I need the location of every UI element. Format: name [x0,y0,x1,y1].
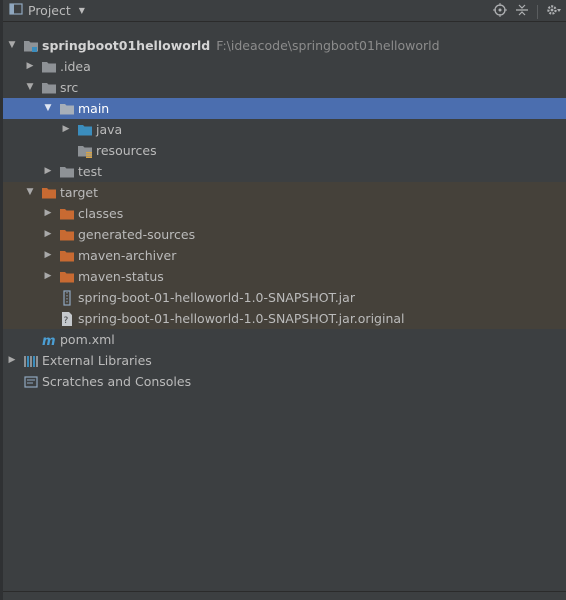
collapse-arrow-icon[interactable]: ▶ [7,350,17,371]
collapse-arrow-icon[interactable]: ▶ [25,56,35,77]
svg-text:?: ? [64,316,69,326]
collapse-arrow-icon[interactable]: ▶ [61,119,71,140]
folder-icon [59,164,75,180]
tree-label-java: java [96,122,123,137]
tree-row-java[interactable]: ▶ java [3,119,566,140]
tree-row-external-libraries[interactable]: ▶ External Libraries [3,350,566,371]
tree-row-main[interactable]: ▼ main [3,98,566,119]
jar-file-icon [59,289,75,306]
project-tool-window: Project ▼ ▼ springboot01helloworld F:\id… [0,0,566,600]
folder-icon [59,101,75,117]
tree-row-jar[interactable]: spring-boot-01-helloworld-1.0-SNAPSHOT.j… [3,287,566,308]
tree-row-resources[interactable]: resources [3,140,566,161]
tree-row-classes[interactable]: ▶ classes [3,203,566,224]
tree-label-main: main [78,101,110,116]
tree-label-pom: pom.xml [60,332,115,347]
project-tree: ▼ springboot01helloworld F:\ideacode\spr… [3,35,566,392]
tree-label-target: target [60,185,99,200]
project-view-title[interactable]: Project [28,3,71,18]
tree-row-scratches[interactable]: Scratches and Consoles [3,371,566,392]
excluded-folder-icon [59,248,75,264]
tree-label-src: src [60,80,79,95]
excluded-folder-icon [59,206,75,222]
libraries-icon [23,353,39,369]
maven-icon: m [41,332,57,349]
tree-label-maven-status: maven-status [78,269,164,284]
settings-gear-icon[interactable] [546,3,562,20]
collapse-arrow-icon[interactable]: ▶ [43,224,53,245]
collapse-arrow-icon[interactable]: ▶ [43,161,53,182]
tree-label-scratches: Scratches and Consoles [42,374,192,389]
tree-label-jar: spring-boot-01-helloworld-1.0-SNAPSHOT.j… [78,290,355,305]
tree-row-pom[interactable]: m pom.xml [3,329,566,350]
collapse-arrow-icon[interactable]: ▶ [43,203,53,224]
tree-label-external-libraries: External Libraries [42,353,152,368]
tree-label-classes: classes [78,206,124,221]
excluded-folder-icon [59,227,75,243]
excluded-folder-icon [59,269,75,285]
tree-row-maven-archiver[interactable]: ▶ maven-archiver [3,245,566,266]
tree-label-generated-sources: generated-sources [78,227,196,242]
scratches-icon [23,374,39,390]
folder-icon [41,59,57,75]
excluded-folder-icon [41,185,57,201]
tree-path-root: F:\ideacode\springboot01helloworld [216,38,440,53]
tree-row-jar-original[interactable]: ? spring-boot-01-helloworld-1.0-SNAPSHOT… [3,308,566,329]
tree-label-resources: resources [96,143,157,158]
bottom-tool-bar [3,591,566,600]
tree-row-maven-status[interactable]: ▶ maven-status [3,266,566,287]
tree-row-test[interactable]: ▶ test [3,161,566,182]
tree-label-root: springboot01helloworld [42,38,211,53]
tree-row-root[interactable]: ▼ springboot01helloworld F:\ideacode\spr… [3,35,566,56]
tree-label-test: test [78,164,103,179]
collapse-all-icon[interactable] [515,3,529,20]
source-folder-icon [77,122,93,138]
locate-icon[interactable] [493,3,507,20]
tree-row-src[interactable]: ▼ src [3,77,566,98]
tree-row-idea[interactable]: ▶ .idea [3,56,566,77]
expand-arrow-icon[interactable]: ▼ [25,77,35,98]
folder-icon [41,80,57,96]
toolbar-actions [493,3,562,20]
resources-folder-icon [77,143,93,159]
tree-label-maven-archiver: maven-archiver [78,248,177,263]
expand-arrow-icon[interactable]: ▼ [25,182,35,203]
module-folder-icon [23,38,39,54]
collapse-arrow-icon[interactable]: ▶ [43,266,53,287]
expand-arrow-icon[interactable]: ▼ [43,98,53,119]
collapse-arrow-icon[interactable]: ▶ [43,245,53,266]
toolbar-separator [537,4,538,19]
tree-label-idea: .idea [60,59,91,74]
dropdown-caret-icon[interactable]: ▼ [79,6,85,15]
project-view-icon[interactable] [9,2,23,19]
unknown-file-icon: ? [59,311,75,327]
tree-label-jar-original: spring-boot-01-helloworld-1.0-SNAPSHOT.j… [78,311,405,326]
tree-row-generated-sources[interactable]: ▶ generated-sources [3,224,566,245]
tree-row-target[interactable]: ▼ target [3,182,566,203]
project-toolbar: Project ▼ [3,0,566,22]
svg-text:m: m [42,334,56,348]
expand-arrow-icon[interactable]: ▼ [7,35,17,56]
